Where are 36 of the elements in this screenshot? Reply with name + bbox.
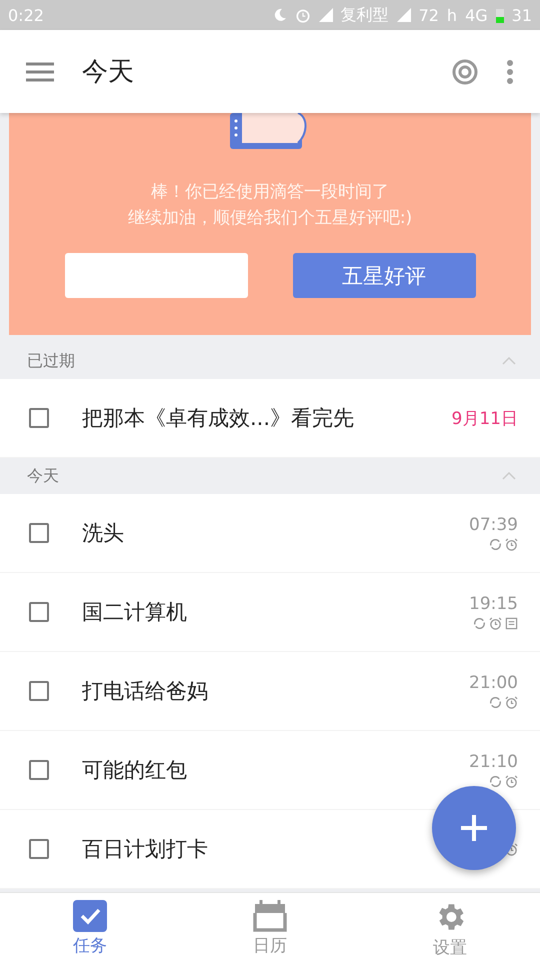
target-icon[interactable] [452, 58, 478, 84]
nav-tab[interactable]: 任务 [0, 893, 180, 960]
moon-icon [272, 8, 287, 22]
task-checkbox[interactable] [29, 760, 49, 780]
input-field[interactable] [64, 253, 248, 298]
task-due: 19:15 [469, 594, 518, 614]
section-header: 今天 [27, 466, 59, 486]
menu-icon[interactable] [26, 62, 54, 82]
banner-text: 继续加油，顺便给我们个五星好评吧:) [128, 207, 412, 230]
task-due: 9月11日 [452, 408, 518, 430]
task-checkbox[interactable] [29, 681, 49, 701]
task-checkbox[interactable] [29, 408, 49, 428]
task-checkbox[interactable] [29, 602, 49, 622]
task-checkbox[interactable] [29, 839, 49, 859]
signal-icon [396, 8, 411, 22]
task-title[interactable]: 打电话给爸妈 [82, 677, 208, 705]
signal-icon [318, 8, 333, 22]
task-due: 07:39 [469, 515, 518, 535]
task-checkbox[interactable] [29, 523, 49, 543]
more-icon[interactable] [506, 58, 514, 84]
task-title[interactable]: 把那本《卓有成效...》看完先 [82, 404, 354, 432]
page-title: 今天 [82, 56, 135, 89]
task-due: 21:10 [469, 752, 518, 772]
section-header: 已过期 [27, 350, 75, 372]
alarm-icon [294, 7, 311, 23]
task-due: 21:00 [469, 673, 518, 693]
battery-icon [496, 7, 504, 23]
calendar-icon [253, 900, 287, 932]
task-title[interactable]: 百日计划打卡 [82, 835, 208, 863]
rate-button[interactable]: 五星好评 [292, 253, 476, 298]
checkbox-icon [73, 900, 107, 932]
task-title[interactable]: 洗头 [82, 519, 124, 547]
plus-icon [460, 814, 488, 842]
banner-text: 棒！你已经使用滴答一段时间了 [151, 181, 389, 204]
task-title[interactable]: 可能的红包 [82, 756, 187, 784]
task-title[interactable]: 国二计算机 [82, 598, 187, 626]
